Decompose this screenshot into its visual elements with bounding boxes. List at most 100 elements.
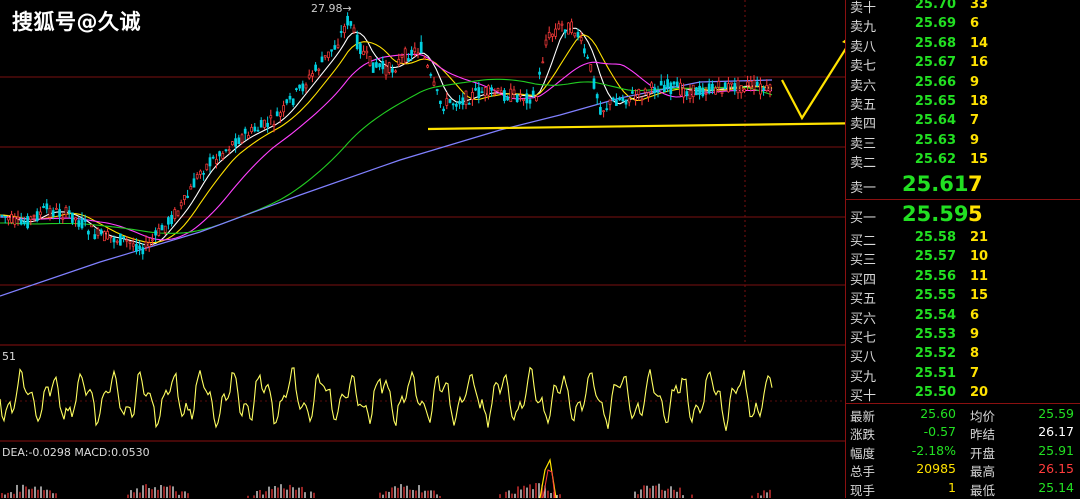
candle-body bbox=[567, 22, 570, 35]
candle-body bbox=[691, 84, 695, 97]
stats-value: 25.91 bbox=[1038, 442, 1074, 458]
ask-1-row[interactable]: 卖一 25.61 7 bbox=[846, 172, 1080, 198]
candle-body bbox=[637, 89, 641, 95]
candle-body bbox=[768, 84, 772, 92]
candlesticks bbox=[0, 12, 772, 260]
bid-1-label: 买一 bbox=[850, 211, 877, 226]
oscillator-path bbox=[0, 366, 773, 431]
ask-level-label: 卖八 bbox=[850, 39, 877, 55]
ask-level-label: 卖九 bbox=[850, 20, 877, 36]
candle-body bbox=[343, 26, 346, 34]
candle-body bbox=[365, 50, 369, 54]
bid-level-row[interactable]: 买八 25.52 8 bbox=[846, 346, 1080, 365]
stats-value: 25.14 bbox=[1038, 479, 1074, 495]
candle-body bbox=[151, 239, 154, 242]
candle-body bbox=[512, 89, 516, 95]
bid-level-price: 25.51 bbox=[914, 365, 956, 381]
stats-row: 总手 20985 最高 26.15 bbox=[846, 461, 1080, 479]
bid-level-row[interactable]: 买十 25.50 20 bbox=[846, 385, 1080, 404]
candle-body bbox=[99, 229, 103, 235]
candle-body bbox=[720, 91, 724, 94]
bid-1-row[interactable]: 买一 25.59 5 bbox=[846, 202, 1080, 228]
watermark: 搜狐号@久诚 bbox=[12, 10, 141, 34]
candle-body bbox=[96, 228, 100, 236]
kline-chart-area[interactable]: 搜狐号@久诚 27.98→ 51 DEA:-0.0298 MACD:0.0530 bbox=[0, 0, 845, 498]
bid-level-volume: 21 bbox=[970, 230, 989, 245]
ask-level-row[interactable]: 卖十 25.70 33 bbox=[846, 0, 1080, 16]
ask-level-row[interactable]: 卖三 25.63 9 bbox=[846, 133, 1080, 152]
oscillator-label: 51 bbox=[2, 350, 16, 363]
bid-1-volume: 5 bbox=[968, 202, 983, 226]
candle-body bbox=[234, 138, 237, 147]
bid-level-row[interactable]: 买六 25.54 6 bbox=[846, 308, 1080, 327]
candle-body bbox=[67, 210, 71, 214]
candle-body bbox=[570, 21, 573, 33]
candle-body bbox=[509, 88, 513, 102]
candle-body bbox=[592, 78, 596, 89]
candle-body bbox=[144, 241, 148, 248]
ask-level-row[interactable]: 卖八 25.68 14 bbox=[846, 36, 1080, 55]
candle-body bbox=[115, 240, 119, 243]
candle-body bbox=[739, 85, 743, 94]
stats-value: 25.59 bbox=[1038, 406, 1074, 421]
ask-level-price: 25.63 bbox=[914, 132, 956, 148]
candle-body bbox=[122, 236, 125, 239]
bid-level-price: 25.52 bbox=[914, 346, 956, 362]
candle-body bbox=[288, 95, 292, 100]
bid-level-volume: 7 bbox=[970, 365, 980, 381]
candle-body bbox=[397, 58, 401, 65]
candle-body bbox=[362, 50, 365, 55]
candle-body bbox=[547, 32, 551, 39]
candle-body bbox=[723, 82, 727, 90]
ask-level-row[interactable]: 卖二 25.62 15 bbox=[846, 152, 1080, 171]
candle-body bbox=[295, 88, 298, 90]
ask-level-row[interactable]: 卖四 25.64 7 bbox=[846, 113, 1080, 132]
bid-level-volume: 8 bbox=[970, 346, 980, 362]
candle-body bbox=[743, 88, 746, 92]
candle-body bbox=[519, 94, 522, 97]
stats-row: 涨跌 -0.57 昨结 26.17 bbox=[846, 424, 1080, 442]
candle-body bbox=[499, 90, 503, 93]
candle-body bbox=[163, 225, 167, 233]
ask-level-price: 25.69 bbox=[914, 16, 956, 32]
bid-level-price: 25.53 bbox=[914, 327, 956, 342]
candle-body bbox=[23, 221, 26, 225]
candle-body bbox=[61, 218, 65, 220]
candle-body bbox=[669, 82, 673, 95]
candle-body bbox=[704, 93, 708, 95]
candle-body bbox=[403, 48, 407, 63]
candle-body bbox=[170, 214, 173, 225]
candle-body bbox=[583, 48, 586, 54]
candle-body bbox=[525, 93, 529, 104]
bid-level-row[interactable]: 买二 25.58 21 bbox=[846, 230, 1080, 249]
candle-body bbox=[416, 52, 420, 55]
candle-body bbox=[634, 95, 637, 100]
ask-level-row[interactable]: 卖六 25.66 9 bbox=[846, 75, 1080, 94]
bid-level-row[interactable]: 买五 25.55 15 bbox=[846, 288, 1080, 307]
kline-chart[interactable] bbox=[0, 0, 845, 498]
bid-level-row[interactable]: 买七 25.53 9 bbox=[846, 327, 1080, 346]
ask-level-row[interactable]: 卖五 25.65 18 bbox=[846, 94, 1080, 113]
stats-label: 昨结 bbox=[970, 427, 996, 443]
candle-body bbox=[333, 45, 337, 50]
candle-body bbox=[435, 89, 439, 92]
bid-level-row[interactable]: 买九 25.51 7 bbox=[846, 366, 1080, 385]
candle-body bbox=[496, 88, 500, 92]
ask-level-row[interactable]: 卖七 25.67 16 bbox=[846, 55, 1080, 74]
candle-body bbox=[71, 212, 74, 223]
candle-body bbox=[560, 23, 564, 26]
candle-body bbox=[3, 215, 7, 218]
candle-body bbox=[432, 81, 436, 86]
candle-body bbox=[711, 83, 714, 91]
bid-level-label: 买八 bbox=[850, 350, 877, 366]
candle-body bbox=[576, 32, 580, 38]
candle-body bbox=[464, 90, 468, 106]
ask-level-row[interactable]: 卖九 25.69 6 bbox=[846, 16, 1080, 35]
bid-level-row[interactable]: 买四 25.56 11 bbox=[846, 269, 1080, 288]
bid-level-row[interactable]: 买三 25.57 10 bbox=[846, 249, 1080, 268]
candle-body bbox=[199, 170, 202, 175]
candle-body bbox=[493, 93, 497, 95]
candle-body bbox=[490, 87, 493, 91]
candle-body bbox=[602, 110, 605, 113]
candle-body bbox=[311, 73, 314, 77]
